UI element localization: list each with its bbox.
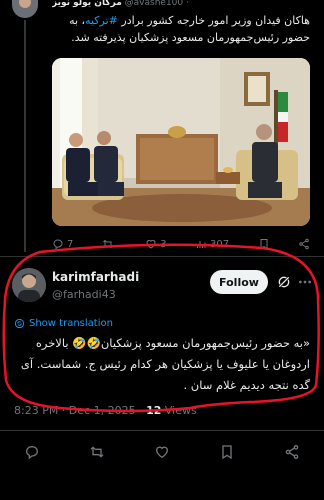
grok-icon[interactable]	[276, 274, 292, 290]
translate-label: Show translation	[29, 318, 113, 329]
share-icon[interactable]	[284, 444, 300, 460]
more-icon[interactable]	[297, 274, 313, 290]
share-icon	[299, 238, 309, 250]
share-button[interactable]	[298, 238, 310, 250]
tweet-text: «به حضور رئیس‌جمهورمان مسعود پزشکیان🤣🤣 ب…	[20, 336, 310, 392]
views-count: 307	[210, 238, 230, 250]
author-handle[interactable]: @farhadi43	[52, 288, 116, 301]
hashtag-link[interactable]: #ترکیه	[85, 14, 118, 27]
parent-text-a: هاکان فیدان وزیر امور خارجه کشور برادر	[117, 14, 310, 27]
translate-icon	[14, 318, 25, 329]
divider	[0, 256, 324, 257]
parent-author-handle[interactable]: @avashe100 ·	[125, 0, 189, 8]
views-icon	[197, 241, 206, 248]
like-icon[interactable]	[154, 444, 170, 460]
views-button[interactable]: 307	[195, 238, 229, 250]
repost-icon	[102, 239, 113, 249]
reply-icon[interactable]	[24, 444, 40, 460]
reply-icon	[53, 239, 63, 250]
repost-icon[interactable]	[89, 444, 105, 460]
divider-2	[0, 430, 324, 431]
tweet-action-bar	[0, 442, 324, 462]
parent-avatar[interactable]	[12, 0, 38, 18]
bookmark-icon[interactable]	[219, 444, 235, 460]
reply-button[interactable]: 7	[52, 238, 73, 250]
reply-count: 7	[67, 238, 74, 250]
like-button[interactable]: 3	[145, 238, 167, 250]
post-photo[interactable]	[52, 58, 310, 226]
bookmark-icon	[260, 239, 268, 250]
repost-button[interactable]	[102, 238, 117, 250]
parent-post-text: هاکان فیدان وزیر امور خارجه کشور برادر #…	[48, 12, 310, 46]
parent-action-row: 7 3 307	[52, 236, 310, 252]
thread-line	[24, 20, 26, 252]
bookmark-button[interactable]	[258, 238, 270, 250]
tweet-meta: 8:23 PM · Dec 1, 2025 · 12 Views	[14, 404, 197, 417]
author-name[interactable]: karimfarhadi	[52, 270, 139, 284]
follow-button[interactable]: Follow	[210, 270, 268, 294]
tweet-views-label: Views	[161, 404, 197, 417]
tweet-timestamp[interactable]: 8:23 PM · Dec 1, 2025 ·	[14, 404, 146, 417]
author-avatar[interactable]	[12, 268, 46, 302]
like-icon	[146, 239, 156, 249]
like-count: 3	[160, 238, 167, 250]
show-translation-link[interactable]: Show translation	[14, 318, 113, 329]
parent-header: مرکان یولو نویز @avashe100 ·	[52, 0, 308, 8]
parent-author-name[interactable]: مرکان یولو نویز	[52, 0, 122, 8]
tweet-views-count: 12	[146, 404, 162, 417]
